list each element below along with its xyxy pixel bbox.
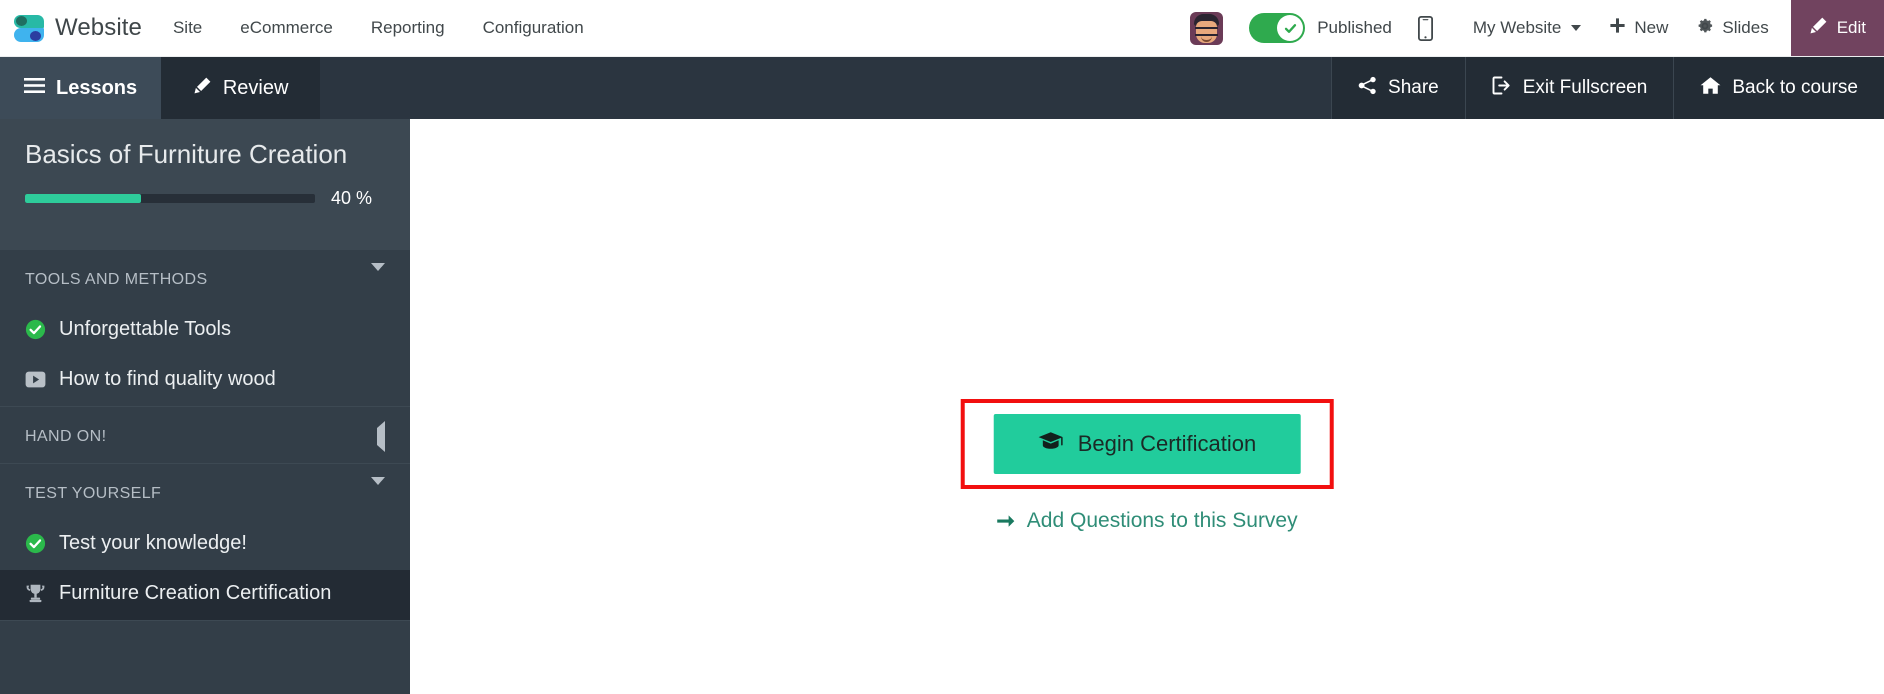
new-button[interactable]: New (1595, 0, 1682, 56)
sidebar-item-test-your-knowledge[interactable]: Test your knowledge! (0, 520, 410, 570)
check-circle-icon (25, 319, 46, 340)
graduation-cap-icon (1038, 431, 1064, 457)
page-body: Basics of Furniture Creation 40 % TOOLS … (0, 119, 1884, 694)
course-sidebar: Basics of Furniture Creation 40 % TOOLS … (0, 119, 410, 694)
begin-certification-label: Begin Certification (1077, 431, 1257, 456)
sidebar-item-label: Furniture Creation Certification (59, 582, 332, 604)
sidebar-section-header[interactable]: TEST YOURSELF (0, 464, 410, 520)
slides-button-label: Slides (1722, 18, 1769, 37)
pencil-icon (1809, 16, 1828, 40)
hamburger-icon (24, 77, 45, 100)
publish-switch[interactable] (1249, 13, 1306, 43)
sidebar-section-title: TOOLS AND METHODS (25, 271, 208, 288)
exit-icon (1492, 76, 1512, 101)
brand-name: Website (55, 14, 142, 41)
certification-cta-block: Begin Certification ➞ Add Questions to t… (960, 399, 1334, 533)
exit-fullscreen-label: Exit Fullscreen (1522, 77, 1648, 98)
video-play-icon (25, 369, 46, 390)
menu-item-ecommerce[interactable]: eCommerce (221, 0, 352, 56)
menu-item-configuration[interactable]: Configuration (464, 0, 603, 56)
top-navbar: Website Site eCommerce Reporting Configu… (0, 0, 1884, 57)
sidebar-item-label: Test your knowledge! (59, 532, 247, 554)
arrow-right-icon: ➞ (996, 508, 1015, 533)
sidebar-item-label: How to find quality wood (59, 368, 276, 390)
site-selector-label: My Website (1472, 18, 1562, 37)
top-menu: Site eCommerce Reporting Configuration (154, 0, 603, 56)
home-icon (1700, 76, 1721, 101)
main-content: Begin Certification ➞ Add Questions to t… (410, 119, 1884, 694)
mobile-phone-icon[interactable] (1417, 15, 1433, 41)
tab-lessons-label: Lessons (56, 76, 138, 99)
course-toolbar: Lessons Review Share Exit Fullscreen Bac… (0, 57, 1884, 119)
sidebar-section-title: HAND ON! (25, 428, 107, 445)
trophy-icon (25, 583, 46, 604)
check-circle-icon (1277, 15, 1304, 41)
pencil-icon (193, 76, 212, 101)
user-avatar[interactable] (1190, 11, 1224, 45)
back-to-course-label: Back to course (1732, 77, 1858, 98)
back-to-course-button[interactable]: Back to course (1673, 57, 1884, 119)
sidebar-section-title: TEST YOURSELF (25, 485, 162, 502)
sidebar-section-header[interactable]: HAND ON! (0, 407, 410, 463)
share-label: Share (1388, 77, 1439, 98)
chevron-down-icon (1571, 25, 1582, 31)
share-button[interactable]: Share (1331, 57, 1465, 119)
sidebar-section-tools-and-methods: TOOLS AND METHODS Unforgettable Tools Ho… (0, 250, 410, 407)
sidebar-filler (0, 621, 410, 694)
sidebar-item-furniture-creation-certification[interactable]: Furniture Creation Certification (0, 570, 410, 620)
progress-percent: 40 % (331, 188, 373, 208)
course-header: Basics of Furniture Creation 40 % (0, 119, 410, 250)
publish-toggle[interactable]: Published (1249, 13, 1392, 43)
gear-icon (1696, 17, 1714, 40)
odoo-website-logo-icon (14, 13, 44, 43)
edit-button-label: Edit (1836, 18, 1866, 37)
publish-label: Published (1317, 18, 1392, 37)
slides-button[interactable]: Slides (1682, 0, 1782, 56)
chevron-left-icon[interactable] (377, 421, 385, 452)
share-icon (1358, 76, 1377, 101)
tab-lessons[interactable]: Lessons (0, 57, 162, 119)
progress-fill (25, 194, 141, 203)
chevron-down-icon[interactable] (371, 477, 385, 503)
tab-review-label: Review (222, 76, 289, 99)
new-button-label: New (1634, 18, 1669, 37)
course-progress: 40 % (25, 188, 385, 209)
add-questions-label: Add Questions to this Survey (1026, 509, 1298, 532)
menu-item-site[interactable]: Site (154, 0, 221, 56)
sidebar-item-how-to-find-quality-wood[interactable]: How to find quality wood (0, 356, 410, 406)
progress-track (25, 194, 315, 203)
chevron-down-icon[interactable] (371, 263, 385, 289)
course-toolbar-actions: Share Exit Fullscreen Back to course (1331, 57, 1884, 119)
edit-button[interactable]: Edit (1790, 0, 1884, 56)
brand-home-link[interactable]: Website (0, 0, 154, 56)
menu-item-reporting[interactable]: Reporting (352, 0, 464, 56)
site-selector[interactable]: My Website (1459, 0, 1596, 56)
sidebar-item-label: Unforgettable Tools (59, 318, 231, 340)
sidebar-item-unforgettable-tools[interactable]: Unforgettable Tools (0, 306, 410, 356)
check-circle-icon (25, 533, 46, 554)
add-questions-link[interactable]: ➞ Add Questions to this Survey (996, 509, 1297, 533)
highlight-annotation: Begin Certification (960, 399, 1334, 489)
course-title: Basics of Furniture Creation (25, 139, 348, 169)
plus-icon (1609, 17, 1626, 39)
sidebar-section-hand-on: HAND ON! (0, 407, 410, 464)
sidebar-section-header[interactable]: TOOLS AND METHODS (0, 250, 410, 306)
exit-fullscreen-button[interactable]: Exit Fullscreen (1464, 57, 1674, 119)
tab-review[interactable]: Review (161, 57, 321, 119)
sidebar-section-test-yourself: TEST YOURSELF Test your knowledge! Furni… (0, 464, 410, 621)
begin-certification-button[interactable]: Begin Certification (993, 414, 1301, 474)
top-navbar-right: Published My Website New Slides Edit (1190, 0, 1884, 56)
